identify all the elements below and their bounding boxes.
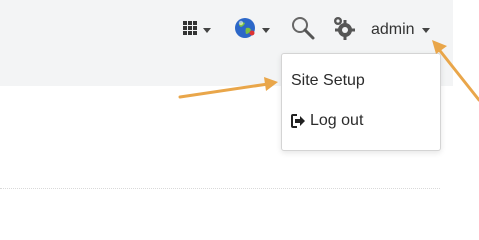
page: admin Site Setup Log out [0,0,479,212]
globe-icon [233,16,257,45]
chevron-down-icon [262,27,270,33]
chevron-down-icon [203,27,211,33]
user-dropdown-menu: Site Setup Log out [281,53,441,151]
grid-icon [182,20,198,41]
user-name-label: admin [371,21,415,38]
chevron-down-icon [421,27,430,33]
settings-button[interactable] [331,16,355,44]
site-setup-menu-item[interactable]: Site Setup [291,72,365,90]
apps-menu-button[interactable] [182,16,211,44]
search-button[interactable] [290,16,316,44]
site-setup-label: Site Setup [291,72,365,89]
logout-menu-item[interactable]: Log out [291,112,363,130]
divider [0,188,440,189]
search-icon [290,15,316,46]
gears-icon [331,15,355,46]
logout-label: Log out [310,112,364,129]
user-menu-button[interactable]: admin [371,16,430,44]
language-menu-button[interactable] [233,16,270,44]
sign-out-icon [291,114,306,128]
